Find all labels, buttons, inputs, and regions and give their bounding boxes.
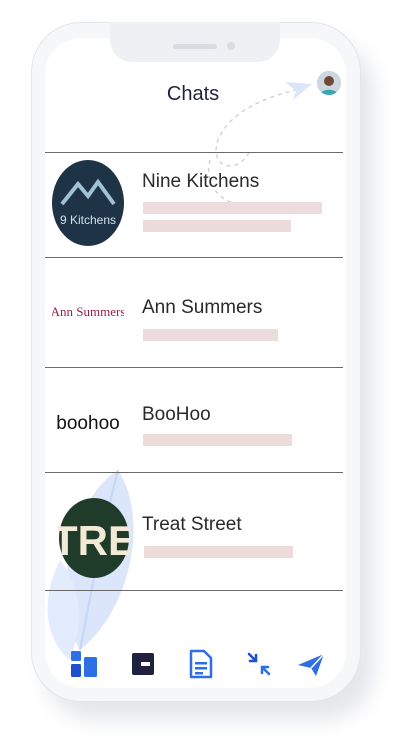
message-preview-placeholder bbox=[144, 546, 293, 558]
phone-speaker bbox=[173, 44, 217, 49]
bottom-nav bbox=[45, 640, 343, 690]
svg-text:boohoo: boohoo bbox=[56, 413, 119, 434]
message-preview-placeholder bbox=[143, 329, 278, 341]
message-preview-placeholder bbox=[143, 434, 292, 446]
dashboard-icon[interactable] bbox=[68, 648, 100, 680]
phone-camera bbox=[227, 42, 235, 50]
message-preview-placeholder bbox=[143, 220, 291, 232]
chat-item-treat-street[interactable]: TRE Treat Street bbox=[45, 473, 343, 590]
send-icon[interactable] bbox=[295, 648, 327, 680]
phone-notch bbox=[110, 22, 280, 62]
chat-name: Ann Summers bbox=[142, 297, 263, 318]
chat-name: Nine Kitchens bbox=[142, 171, 260, 192]
ann-summers-logo: Ann Summers bbox=[52, 304, 124, 319]
chat-name: BooHoo bbox=[142, 404, 211, 425]
window-icon[interactable] bbox=[127, 648, 159, 680]
chat-item-ann-summers[interactable]: Ann Summers Ann Summers bbox=[45, 258, 343, 367]
compress-icon[interactable] bbox=[243, 648, 275, 680]
message-preview-placeholder bbox=[143, 202, 322, 214]
chat-item-boohoo[interactable]: boohoo BooHoo bbox=[45, 368, 343, 472]
boohoo-logo: boohoo bbox=[56, 413, 119, 434]
treat-street-logo: TRE bbox=[58, 498, 130, 578]
document-icon[interactable] bbox=[184, 648, 216, 680]
divider bbox=[45, 590, 343, 591]
svg-text:TRE: TRE bbox=[58, 517, 130, 564]
chat-name: Treat Street bbox=[142, 514, 242, 535]
user-avatar-icon bbox=[317, 71, 341, 95]
chat-item-nine-kitchens[interactable]: 9 Kitchens Nine Kitchens bbox=[45, 153, 343, 257]
svg-text:Ann Summers: Ann Summers bbox=[52, 304, 124, 319]
page-title: Chats bbox=[166, 83, 220, 105]
avatar[interactable] bbox=[317, 71, 341, 95]
svg-text:9 Kitchens: 9 Kitchens bbox=[60, 213, 116, 227]
nine-kitchens-logo: 9 Kitchens bbox=[52, 160, 124, 246]
